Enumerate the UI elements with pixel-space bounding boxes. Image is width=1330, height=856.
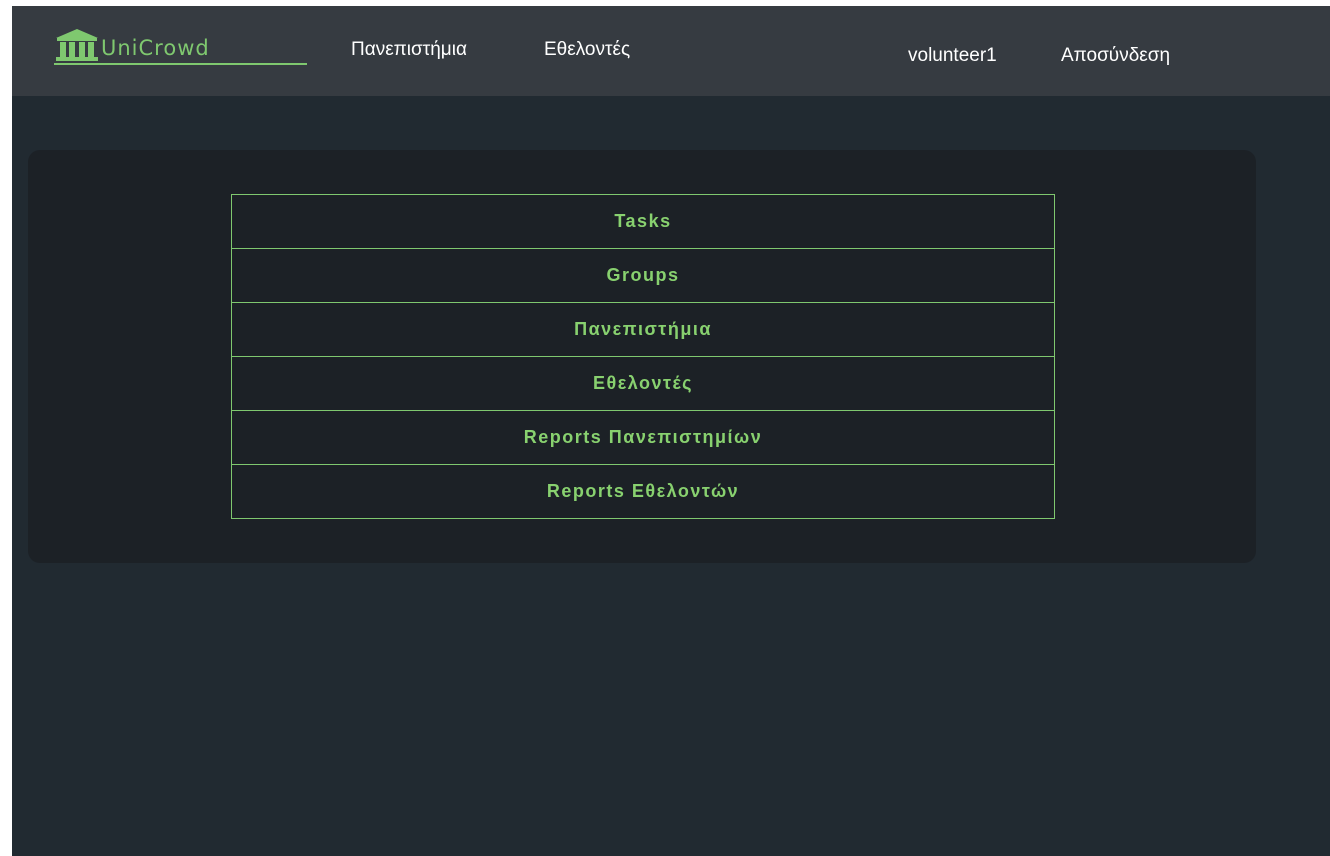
menu-item-volunteers[interactable]: Εθελοντές: [232, 356, 1054, 410]
navbar: UniCrowd Πανεπιστήμια Εθελοντές voluntee…: [12, 6, 1330, 96]
menu-item-tasks[interactable]: Tasks: [232, 195, 1054, 248]
nav-logout-link[interactable]: Αποσύνδεση: [1061, 44, 1170, 68]
menu-item-volunteer-reports[interactable]: Reports Εθελοντών: [232, 464, 1054, 518]
brand-link[interactable]: UniCrowd: [54, 28, 307, 70]
bank-columns-icon: [56, 29, 98, 61]
page: UniCrowd Πανεπιστήμια Εθελοντές voluntee…: [12, 6, 1330, 856]
brand-underline: [54, 63, 307, 65]
dashboard-card: Tasks Groups Πανεπιστήμια Εθελοντές Repo…: [28, 150, 1256, 563]
menu-item-universities[interactable]: Πανεπιστήμια: [232, 302, 1054, 356]
nav-universities-link[interactable]: Πανεπιστήμια: [351, 38, 467, 62]
nav-volunteers-link[interactable]: Εθελοντές: [544, 38, 630, 62]
brand-name: UniCrowd: [101, 36, 210, 60]
dashboard-menu: Tasks Groups Πανεπιστήμια Εθελοντές Repo…: [231, 194, 1055, 519]
menu-item-groups[interactable]: Groups: [232, 248, 1054, 302]
nav-username-link[interactable]: volunteer1: [908, 44, 997, 68]
menu-item-university-reports[interactable]: Reports Πανεπιστημίων: [232, 410, 1054, 464]
